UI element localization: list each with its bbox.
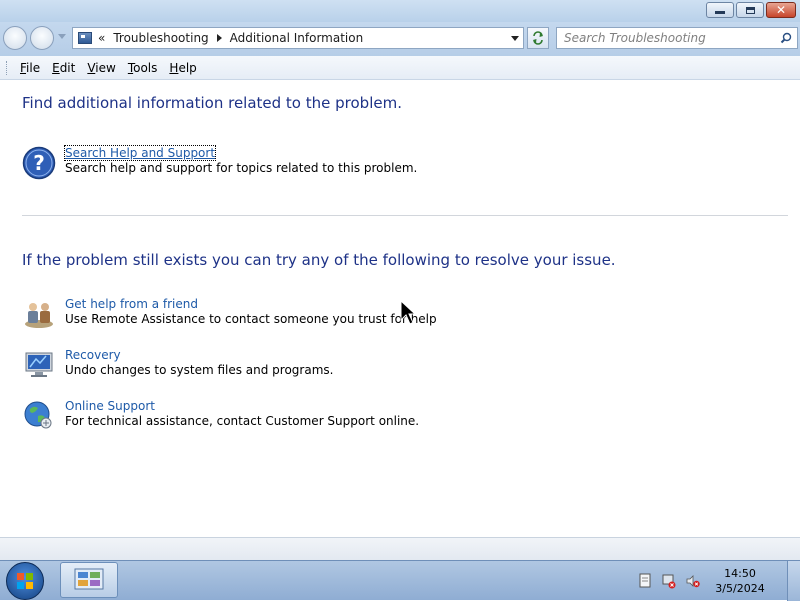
menu-tools[interactable]: Tools [128, 61, 158, 75]
mouse-pointer-icon [400, 300, 416, 325]
maximize-button[interactable] [736, 2, 764, 18]
section-heading-additional-info: Find additional information related to t… [22, 94, 402, 112]
remote-assistance-task[interactable]: Get help from a friend Use Remote Assist… [22, 297, 622, 337]
recovery-description: Undo changes to system files and program… [65, 363, 334, 377]
menu-grip [6, 60, 10, 75]
search-icon[interactable] [780, 32, 792, 44]
navigation-bar: « Troubleshooting Additional Information [0, 22, 800, 56]
taskbar-control-panel-button[interactable] [60, 562, 118, 598]
online-support-task[interactable]: Online Support For technical assistance,… [22, 399, 622, 439]
help-question-icon: ? [22, 146, 56, 180]
status-bar [0, 537, 800, 560]
online-support-icon [24, 401, 52, 429]
recovery-task[interactable]: Recovery Undo changes to system files an… [22, 348, 622, 388]
menu-edit[interactable]: Edit [52, 61, 75, 75]
close-icon: ✕ [775, 3, 787, 17]
control-panel-icon [74, 568, 104, 590]
recovery-link[interactable]: Recovery [65, 348, 121, 362]
window-controls: ✕ [706, 2, 796, 18]
show-desktop-button[interactable] [787, 561, 800, 601]
start-button[interactable] [6, 562, 44, 600]
recent-pages-dropdown[interactable] [58, 34, 66, 39]
menu-bar: File Edit View Tools Help [0, 56, 800, 80]
svg-text:?: ? [33, 151, 45, 175]
menu-file[interactable]: File [20, 61, 40, 75]
search-help-support-description: Search help and support for topics relat… [65, 161, 418, 175]
system-tray: 14:50 3/5/2024 [638, 563, 770, 599]
clock-time: 14:50 [724, 567, 756, 580]
breadcrumb-troubleshooting[interactable]: Troubleshooting [113, 31, 208, 45]
breadcrumb-additional-information[interactable]: Additional Information [230, 31, 364, 45]
forward-button[interactable] [30, 26, 54, 50]
restore-icon [745, 6, 755, 14]
address-bar[interactable]: « Troubleshooting Additional Information [72, 27, 524, 49]
menu-view[interactable]: View [87, 61, 115, 75]
back-button[interactable] [3, 26, 27, 50]
refresh-icon [533, 31, 543, 45]
search-box[interactable] [556, 27, 798, 49]
minimize-icon [715, 11, 725, 14]
breadcrumb-separator-arrow-icon[interactable] [216, 34, 222, 42]
breadcrumb-overflow[interactable]: « [98, 31, 105, 45]
search-input[interactable] [562, 30, 776, 46]
title-bar: ✕ [0, 0, 800, 22]
remote-assistance-icon [25, 303, 53, 328]
close-button[interactable]: ✕ [766, 2, 796, 18]
taskbar: 14:50 3/5/2024 [0, 560, 800, 601]
menu-help[interactable]: Help [169, 61, 196, 75]
action-center-flag-icon[interactable] [638, 573, 652, 589]
clock-date: 3/5/2024 [715, 582, 765, 595]
online-support-link[interactable]: Online Support [65, 399, 155, 413]
control-panel-icon [78, 32, 92, 44]
search-help-support-link[interactable]: Search Help and Support [63, 145, 217, 161]
minimize-button[interactable] [706, 2, 734, 18]
network-disconnected-icon[interactable] [662, 573, 676, 589]
recovery-icon [25, 352, 53, 377]
online-support-description: For technical assistance, contact Custom… [65, 414, 420, 428]
address-dropdown-arrow-icon[interactable] [511, 36, 519, 41]
get-help-from-friend-description: Use Remote Assistance to contact someone… [65, 312, 437, 326]
volume-muted-icon[interactable] [686, 573, 700, 589]
clock[interactable]: 14:50 3/5/2024 [710, 566, 770, 596]
refresh-button[interactable] [527, 27, 549, 49]
section-heading-resolve-issue: If the problem still exists you can try … [22, 251, 616, 269]
windows-logo-icon [17, 573, 33, 589]
get-help-from-friend-link[interactable]: Get help from a friend [65, 297, 198, 311]
section-divider [22, 215, 788, 216]
help-support-task[interactable]: ? Search Help and Support Search help an… [22, 145, 622, 186]
